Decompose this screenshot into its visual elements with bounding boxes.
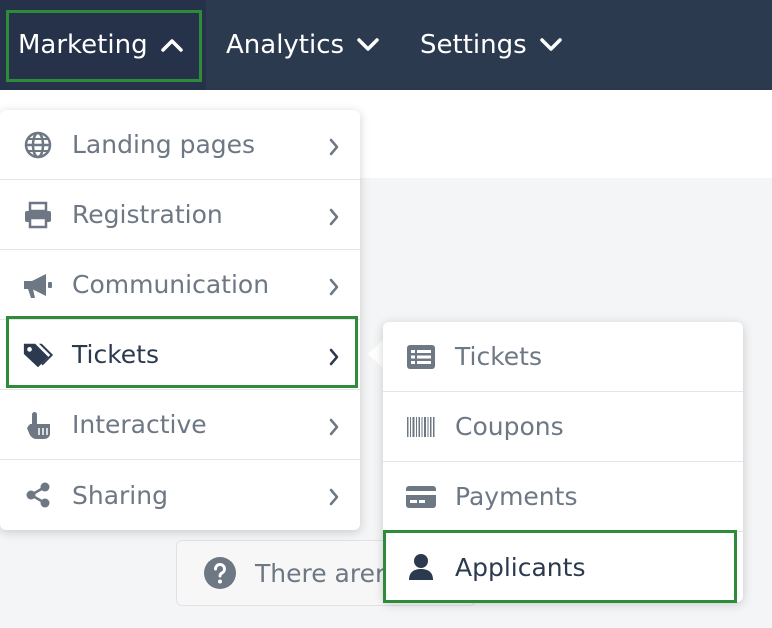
submenu-item-label: Tickets [455,342,542,371]
chevron-right-icon [328,134,340,163]
tickets-submenu: Tickets Coupons Payments Applicants [383,322,743,602]
nav-settings[interactable]: Settings [420,0,563,90]
submenu-item-label: Payments [455,482,578,511]
menu-item-label: Tickets [72,340,159,369]
top-navbar: Marketing Analytics Settings [0,0,772,90]
credit-card-icon [405,481,437,513]
menu-item-label: Interactive [72,410,207,439]
hand-pointer-icon [22,409,54,441]
menu-item-tickets[interactable]: Tickets [0,320,360,390]
globe-icon [22,129,54,161]
question-circle-icon [203,556,237,590]
printer-icon [22,199,54,231]
marketing-dropdown-menu: Landing pages Registration Communication [0,110,360,530]
megaphone-icon [22,269,54,301]
nav-analytics-label: Analytics [226,30,345,60]
chevron-right-icon [328,344,340,373]
nav-marketing-label: Marketing [18,30,148,60]
tags-icon [22,339,54,371]
chevron-up-icon [160,37,184,53]
chevron-right-icon [328,274,340,303]
submenu-item-payments[interactable]: Payments [383,462,743,532]
menu-item-label: Sharing [72,480,168,510]
nav-marketing[interactable]: Marketing [0,0,206,90]
menu-item-communication[interactable]: Communication [0,250,360,320]
submenu-pointer [368,340,383,368]
submenu-item-coupons[interactable]: Coupons [383,392,743,462]
menu-item-sharing[interactable]: Sharing [0,460,360,530]
menu-item-interactive[interactable]: Interactive [0,390,360,460]
submenu-item-tickets[interactable]: Tickets [383,322,743,392]
nav-settings-label: Settings [420,30,527,60]
user-icon [405,551,437,583]
menu-item-registration[interactable]: Registration [0,180,360,250]
menu-item-label: Communication [72,270,270,299]
menu-item-label: Registration [72,200,223,229]
submenu-item-label: Coupons [455,412,564,441]
menu-item-label: Landing pages [72,130,256,159]
nav-analytics[interactable]: Analytics [226,0,380,90]
submenu-item-applicants[interactable]: Applicants [383,532,743,602]
barcode-icon [405,411,437,443]
chevron-down-icon [356,37,380,53]
list-icon [405,341,437,373]
chevron-right-icon [328,414,340,443]
menu-item-landing-pages[interactable]: Landing pages [0,110,360,180]
menu-pointer [48,96,76,110]
chevron-right-icon [328,484,340,513]
chevron-down-icon [539,37,563,53]
share-icon [22,479,54,511]
submenu-item-label: Applicants [455,552,586,582]
chevron-right-icon [328,204,340,233]
notice-text: There arer [255,558,386,588]
